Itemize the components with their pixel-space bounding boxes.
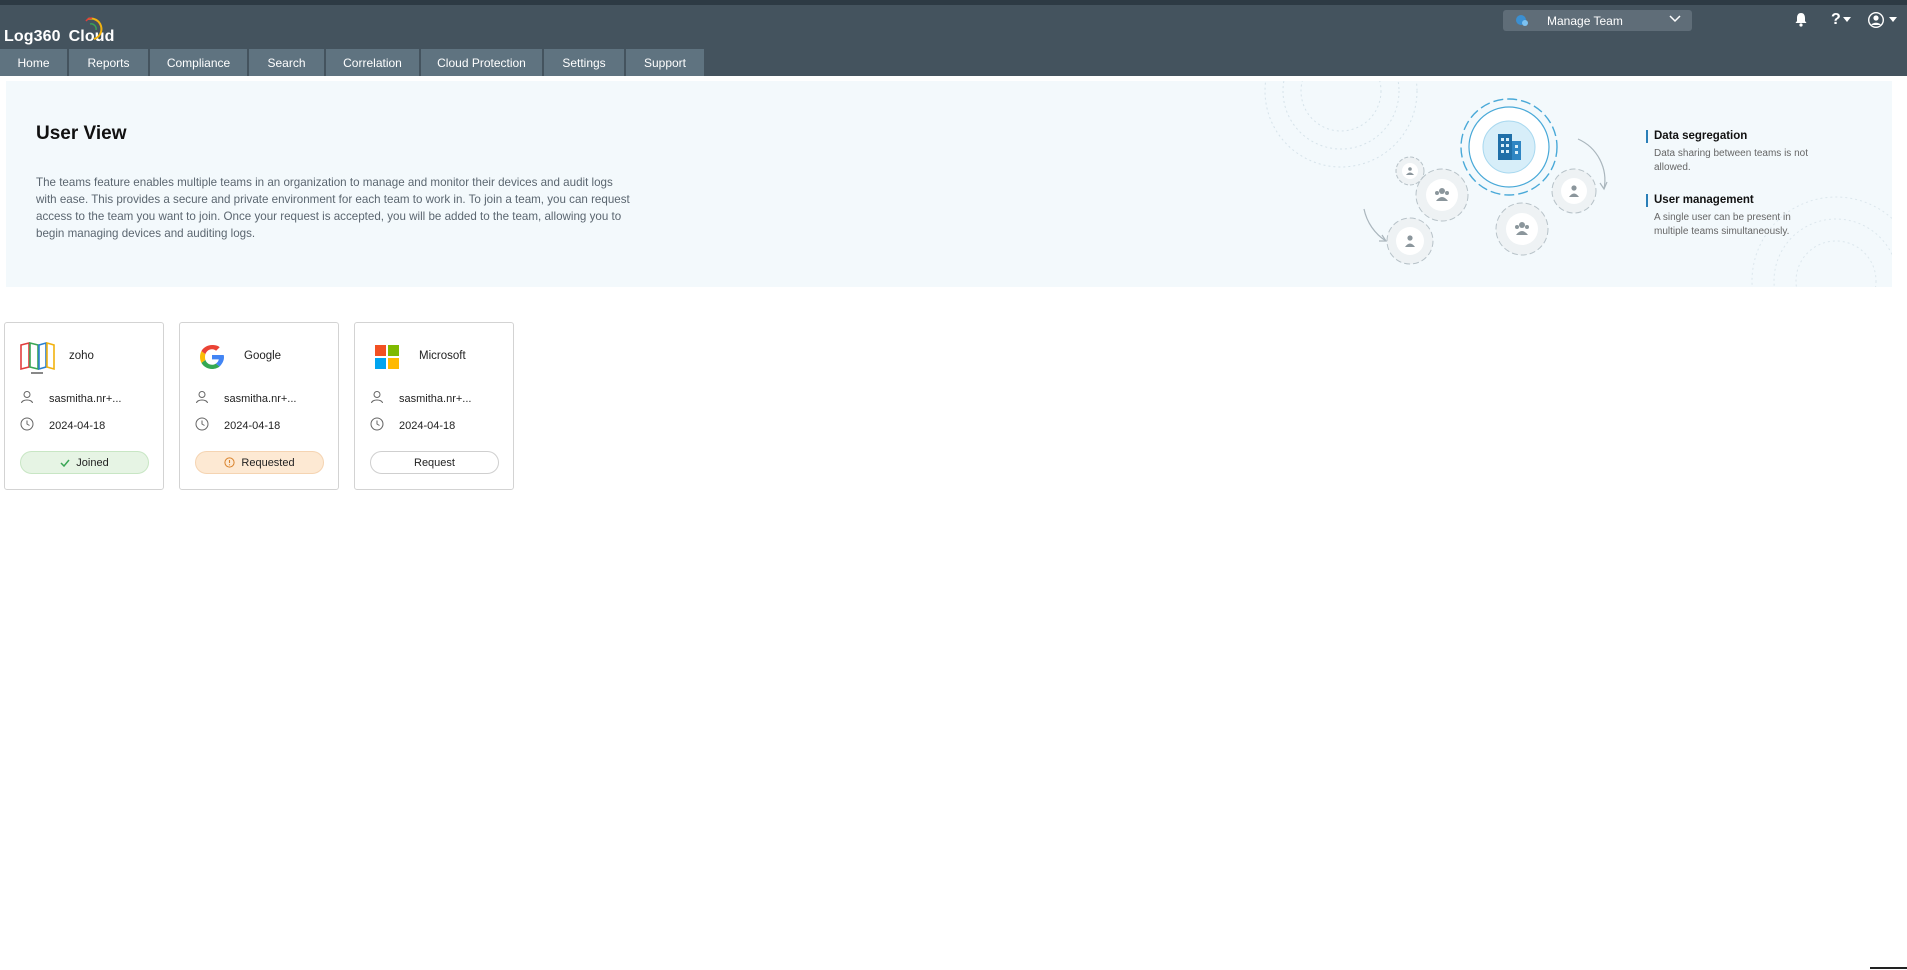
chevron-down-icon: [1669, 15, 1681, 23]
clock-icon: [370, 417, 384, 431]
team-card-zoho[interactable]: zoho sasmitha.nr+... 2024-04-18 Joined: [4, 322, 164, 490]
banner-description: The teams feature enables multiple teams…: [36, 176, 630, 240]
decorative-circles: [1751, 196, 1892, 287]
page-title: User View: [36, 123, 127, 144]
joined-button[interactable]: Joined: [20, 451, 149, 474]
tab-correlation[interactable]: Correlation: [326, 49, 419, 76]
button-label: Requested: [241, 456, 295, 469]
corner-divider: [1870, 967, 1907, 969]
manage-team-label: Manage Team: [1547, 14, 1623, 28]
request-button[interactable]: Request: [370, 451, 499, 474]
teams-gears-illustration: [1264, 81, 1608, 265]
clock-icon: [20, 417, 34, 431]
help-chevron-icon: [1843, 17, 1851, 22]
team-date: 2024-04-18: [224, 420, 281, 432]
logo-arc-icon: [85, 17, 103, 40]
team-user: sasmitha.nr+...: [224, 393, 297, 405]
team-name: zoho: [69, 350, 94, 362]
notification-bell-icon[interactable]: [1794, 12, 1808, 27]
button-label: Request: [414, 456, 455, 469]
requested-button[interactable]: Requested: [195, 451, 324, 474]
microsoft-logo-icon: [375, 345, 399, 369]
tab-home[interactable]: Home: [0, 49, 67, 76]
team-user: sasmitha.nr+...: [49, 393, 122, 405]
tab-support[interactable]: Support: [626, 49, 704, 76]
help-menu[interactable]: ?: [1831, 11, 1841, 29]
tab-settings[interactable]: Settings: [544, 49, 624, 76]
team-globe-icon: [1516, 15, 1528, 26]
team-date: 2024-04-18: [49, 420, 106, 432]
user-view-banner: User View The teams feature enables mult…: [6, 81, 1892, 287]
google-logo-icon: [200, 345, 224, 369]
app-name: Log360: [4, 28, 61, 45]
team-name: Google: [244, 350, 282, 362]
team-date: 2024-04-18: [399, 420, 456, 432]
user-profile-icon[interactable]: [1868, 12, 1884, 28]
check-icon: [60, 459, 70, 467]
user-icon: [196, 391, 208, 404]
manage-team-dropdown[interactable]: Manage Team: [1503, 10, 1692, 31]
clock-icon: [195, 417, 209, 431]
tab-search[interactable]: Search: [249, 49, 324, 76]
app-header: Log360 Cloud Manage Team ? Home Reports …: [0, 5, 1907, 76]
pending-icon: [224, 457, 235, 468]
profile-chevron-icon: [1889, 17, 1897, 22]
user-icon: [371, 391, 383, 404]
tab-cloud-protection[interactable]: Cloud Protection: [421, 49, 542, 76]
tab-compliance[interactable]: Compliance: [150, 49, 247, 76]
team-card-microsoft[interactable]: Microsoft sasmitha.nr+... 2024-04-18 Req…: [354, 322, 514, 490]
zoho-logo-icon: [20, 341, 55, 374]
team-name: Microsoft: [419, 350, 466, 362]
team-card-google[interactable]: Google sasmitha.nr+... 2024-04-18 Reques…: [179, 322, 339, 490]
tab-reports[interactable]: Reports: [69, 49, 148, 76]
team-user: sasmitha.nr+...: [399, 393, 472, 405]
user-icon: [21, 391, 33, 404]
button-label: Joined: [76, 456, 109, 469]
main-nav: Home Reports Compliance Search Correlati…: [0, 49, 706, 76]
